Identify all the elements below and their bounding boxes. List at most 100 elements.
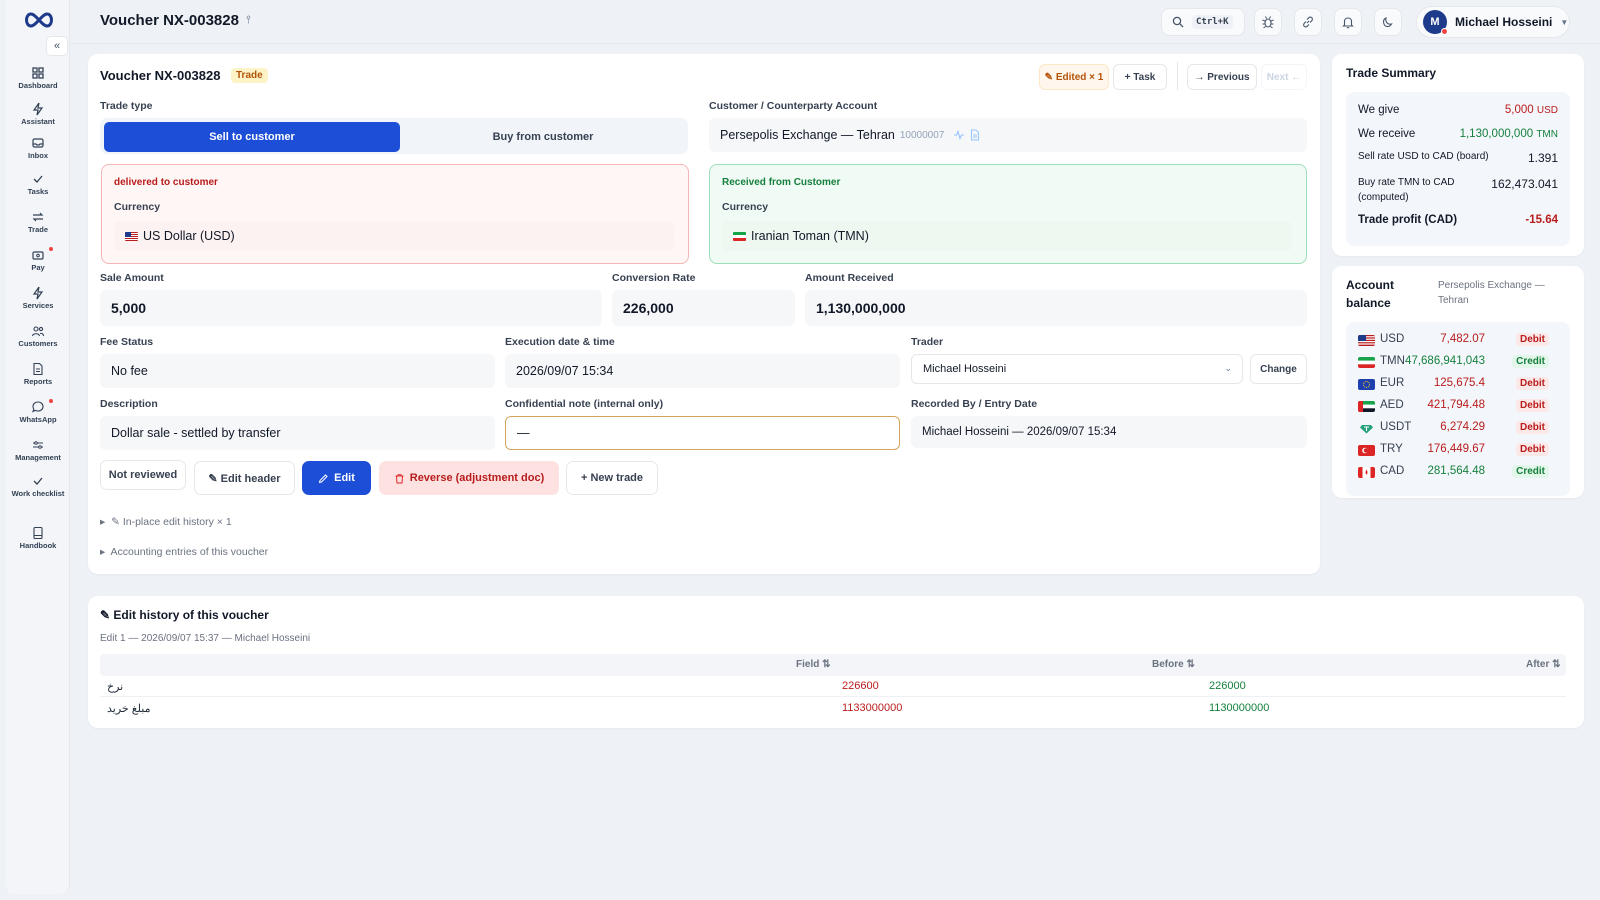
caret-right-icon: ▸ [100,516,106,528]
customer-field[interactable]: Persepolis Exchange — Tehran 10000007 [709,118,1307,152]
type-badge: Trade [231,68,268,83]
sidebar-item-customers[interactable]: Customers [6,324,70,348]
user-name: Michael Hosseini [1455,15,1553,29]
delivered-box: delivered to customer Currency US Dollar… [101,164,689,264]
status-badge: Credit [1512,355,1549,368]
received-currency-label: Currency [722,201,769,213]
account-balance-card: Account balance Persepolis Exchange — Tehr… [1332,266,1584,498]
document-icon[interactable] [969,129,981,141]
new-trade-button[interactable]: + New trade [566,461,658,495]
next-button[interactable]: Next ← [1261,64,1307,90]
search-icon [1172,16,1184,28]
app-logo [25,12,53,28]
edit-header-button[interactable]: ✎ Edit header [194,461,295,495]
confidential-note-input[interactable]: — [505,416,900,450]
previous-button[interactable]: → Previous [1187,64,1257,90]
we-give-row: We give 5,000 USD [1358,104,1558,116]
search-button[interactable]: Ctrl+K [1161,8,1245,36]
sliders-icon [33,441,43,449]
delivered-title: delivered to customer [114,177,218,188]
tether-icon [1360,425,1373,434]
change-trader-button[interactable]: Change [1250,354,1307,384]
sidebar-item-label: Reports [23,377,53,386]
link-icon [1303,16,1313,28]
buy-from-customer-tab[interactable]: Buy from customer [400,122,686,152]
search-shortcut: Ctrl+K [1192,15,1233,29]
inplace-history-toggle[interactable]: ▸ ✎ In-place edit history × 1 [100,516,232,528]
summary-panel: We give 5,000 USD We receive 1,130,000,0… [1346,92,1570,246]
theme-toggle-button[interactable] [1374,8,1402,36]
sidebar-item-trade[interactable]: Trade [6,210,70,234]
sidebar-item-pay[interactable]: Pay [6,247,70,272]
link-button[interactable] [1294,8,1322,36]
sidebar-item-label: Pay [31,263,45,272]
sidebar-item-reports[interactable]: Reports [6,362,70,386]
check-icon [33,477,43,485]
status-dot [1441,28,1448,35]
execution-date-input[interactable]: 2026/09/07 15:34 [505,354,900,388]
review-status-button[interactable]: Not reviewed [100,460,186,490]
conversion-rate-input[interactable]: 226,000 [612,290,795,326]
user-menu[interactable]: M Michael Hosseini ▼ [1416,6,1570,38]
sidebar-item-services[interactable]: Services [6,286,70,310]
check-icon [33,175,43,183]
sidebar-collapse-button[interactable]: « [46,36,68,56]
balance-row: USD 7,482.07 Debit [1358,332,1563,350]
sell-to-customer-tab[interactable]: Sell to customer [104,122,400,152]
sidebar-item-label: Inbox [28,151,48,160]
voucher-title: Voucher NX-003828 [100,68,221,83]
edited-badge[interactable]: ✎ Edited × 1 [1039,64,1109,90]
row-divider [100,696,1566,697]
chevron-down-icon: ▼ [1560,17,1569,27]
bug-button[interactable] [1254,8,1282,36]
inbox-icon [32,138,44,148]
us-flag-icon [1358,335,1375,346]
sidebar-item-inbox[interactable]: Inbox [6,136,70,160]
balance-panel: USD 7,482.07 Debit TMN 47,686,941,043 Cr… [1346,322,1570,496]
fee-status-select[interactable]: No fee [100,354,495,388]
column-header-field[interactable]: Field ⇅ [796,659,831,670]
description-input[interactable]: Dollar sale - settled by transfer [100,416,495,450]
status-badge: Credit [1512,465,1549,478]
balance-row: USDT 6,274.29 Debit [1358,420,1563,438]
wallet-icon [32,251,44,260]
users-icon [31,326,45,337]
notifications-button[interactable] [1334,8,1362,36]
sidebar-item-handbook[interactable]: Handbook [6,526,70,550]
edit-button[interactable]: Edit [302,461,371,495]
history-after: 1130000000 [1209,702,1270,714]
add-task-button[interactable]: + Task [1113,64,1167,90]
sidebar-item-work-checklist[interactable]: Work checklist [6,474,70,498]
sidebar-item-assistant[interactable]: Assistant [6,102,70,126]
caret-right-icon: ▸ [100,546,106,558]
column-header-after[interactable]: After ⇅ [1526,659,1561,670]
moon-icon [1382,17,1393,28]
note-label: Confidential note (internal only) [505,398,664,410]
delivered-currency-select[interactable]: US Dollar (USD) [114,221,674,251]
received-currency: Iranian Toman (TMN) [751,229,869,243]
sidebar-item-dashboard[interactable]: Dashboard [6,66,70,90]
pin-icon[interactable]: ⫯ [246,14,251,27]
history-field: مبلغ خرید [107,703,151,715]
lightning-icon [32,102,44,116]
trade-summary-card: Trade Summary We give 5,000 USD We recei… [1332,54,1584,256]
recorded-label: Recorded By / Entry Date [911,398,1038,410]
swap-icon [32,212,44,222]
reverse-button[interactable]: Reverse (adjustment doc) [379,461,559,495]
sidebar-item-tasks[interactable]: Tasks [6,172,70,196]
sidebar-item-management[interactable]: Management [6,438,70,462]
received-currency-select[interactable]: Iranian Toman (TMN) [722,221,1292,251]
sidebar-item-label: Work checklist [11,489,65,498]
column-header-before[interactable]: Before ⇅ [1152,659,1195,670]
sale-amount-input[interactable]: 5,000 [100,290,602,326]
sidebar-item-whatsapp[interactable]: WhatsApp [6,399,70,424]
sidebar-item-label: Tasks [27,187,49,196]
received-amount-label: Amount Received [805,272,894,284]
top-bar: Voucher NX-003828 ⫯ Ctrl+K M Michael Hos… [70,0,1600,44]
activity-icon[interactable] [953,129,965,141]
accounting-entries-toggle[interactable]: ▸ Accounting entries of this voucher [100,546,268,558]
received-amount-input[interactable]: 1,130,000,000 [805,290,1307,326]
canada-flag-icon [1358,467,1375,478]
chat-bubble-icon [32,401,44,413]
trader-select[interactable]: Michael Hosseini ⌄ [911,354,1243,384]
